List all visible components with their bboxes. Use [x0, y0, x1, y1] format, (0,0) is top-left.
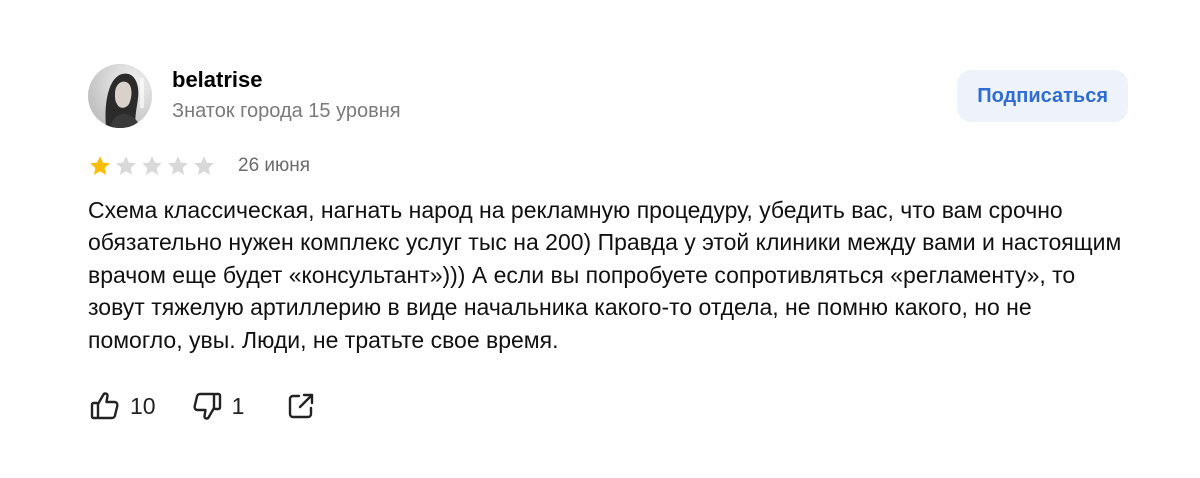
avatar-image	[88, 64, 152, 128]
star-empty-icon	[194, 156, 214, 175]
like-count: 10	[130, 392, 156, 419]
star-empty-icon	[116, 156, 136, 175]
subscribe-button[interactable]: Подписаться	[957, 70, 1128, 122]
author-name[interactable]: belatrise	[172, 66, 401, 94]
avatar[interactable]	[88, 64, 152, 128]
review-date: 26 июня	[238, 155, 311, 176]
review-meta: 26 июня	[88, 152, 1128, 180]
share-icon	[284, 389, 318, 423]
author-status: Знаток города 15 уровня	[172, 100, 401, 122]
review-header: belatrise Знаток города 15 уровня Подпис…	[88, 60, 1128, 132]
review-actions: 10 1	[88, 386, 1128, 426]
star-empty-icon	[168, 156, 188, 175]
star-empty-icon	[142, 156, 162, 175]
review-card: belatrise Знаток города 15 уровня Подпис…	[88, 60, 1128, 426]
author-info: belatrise Знаток города 15 уровня	[172, 66, 401, 124]
rating-stars	[88, 154, 216, 178]
dislike-count: 1	[231, 392, 245, 419]
share-button[interactable]	[284, 389, 318, 423]
thumbs-up-icon	[88, 389, 122, 423]
like-button[interactable]: 10	[88, 389, 156, 423]
dislike-button[interactable]: 1	[190, 389, 245, 423]
review-text: Схема классическая, нагнать народ на рек…	[88, 197, 1122, 353]
star-filled-icon	[90, 156, 110, 175]
thumbs-down-icon	[190, 389, 224, 423]
